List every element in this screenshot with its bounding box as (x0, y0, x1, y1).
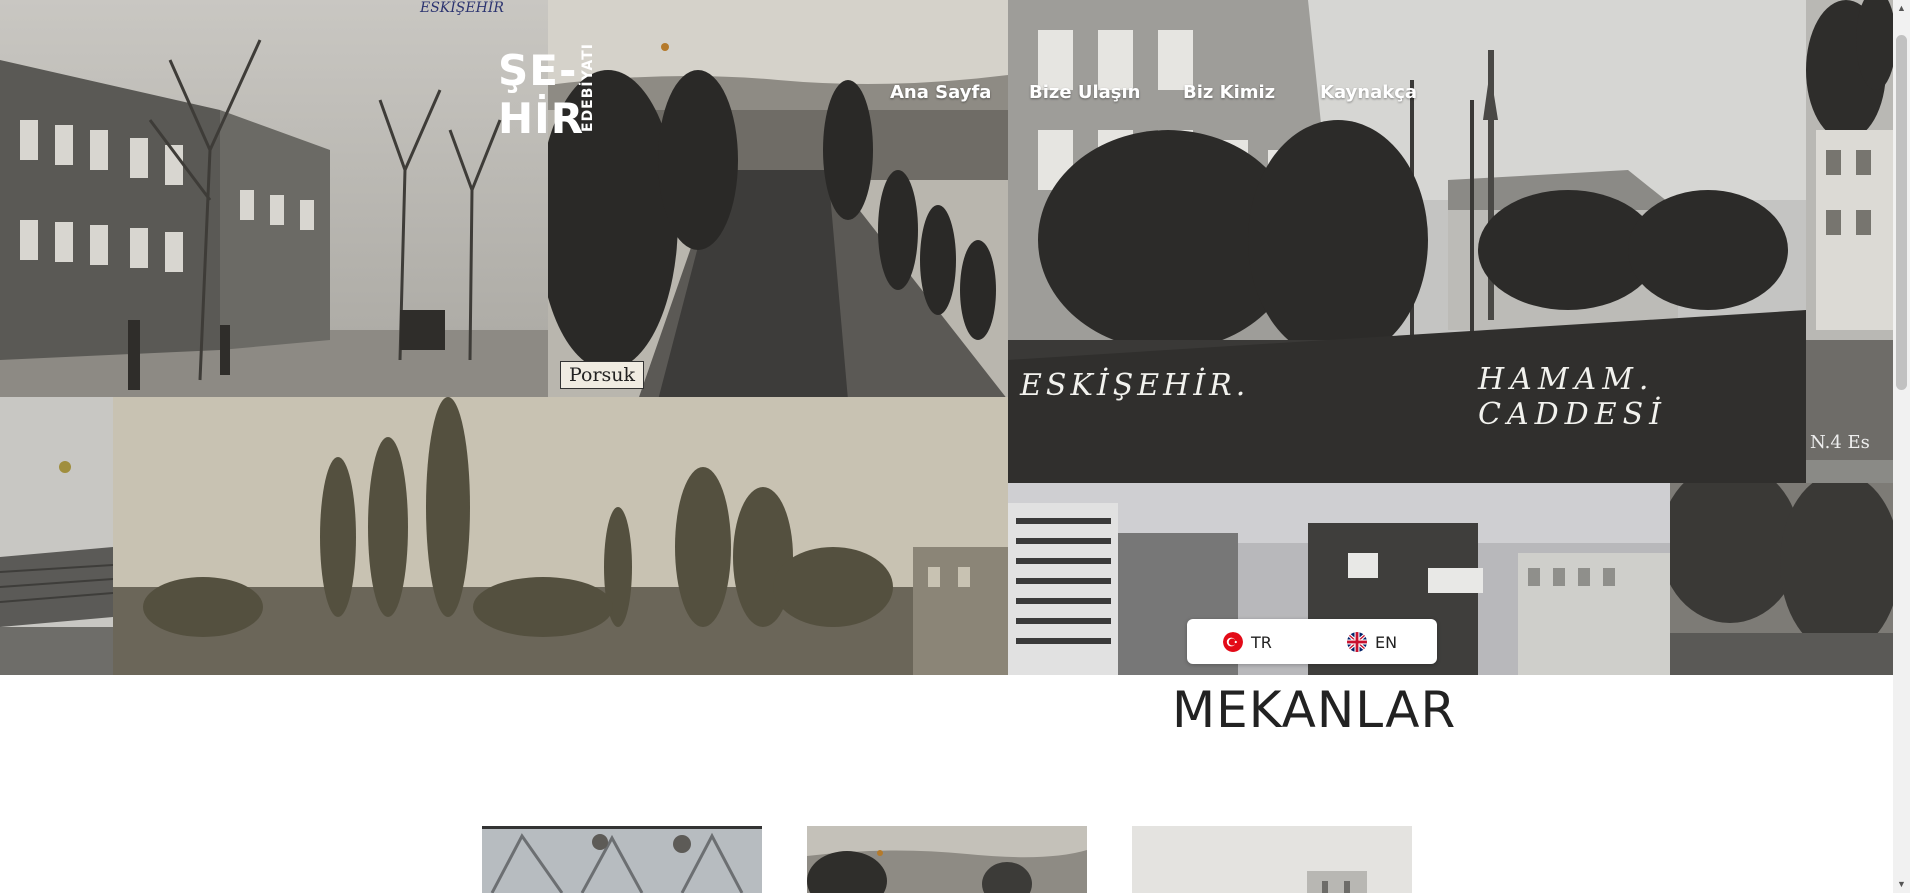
hero-photo-hamam-caddesi: ESKİŞEHİR. HAMAM. CADDESİ (1008, 0, 1806, 483)
page-scrollbar[interactable]: ▲ ▼ (1893, 0, 1910, 893)
edge-photo-caption: N.4 Es (1810, 432, 1870, 453)
eskisehir-caption: ESKİŞEHİR. (1020, 368, 1250, 403)
place-card-image (482, 826, 762, 893)
nav-link-references[interactable]: Kaynakça (1320, 82, 1417, 103)
uk-flag-icon (1347, 632, 1367, 652)
place-card-image (1132, 826, 1412, 893)
hero-photo-edge-houses: N.4 Es (1806, 0, 1893, 460)
nav-link-about[interactable]: Biz Kimiz (1183, 82, 1275, 103)
hero-photo-riverside-trees (1670, 483, 1893, 675)
place-card[interactable] (482, 826, 762, 893)
scrollbar-thumb[interactable] (1896, 35, 1907, 390)
logo-text-line1: ŞE- (498, 46, 578, 95)
hero-photo-porsuk-river: Porsuk (548, 0, 1008, 397)
scroll-up-arrow-icon[interactable]: ▲ (1893, 0, 1910, 17)
place-card[interactable] (1132, 826, 1412, 893)
nav-link-contact[interactable]: Bize Ulaşın (1029, 82, 1140, 103)
section-title-mekanlar: MEKANLAR (1172, 681, 1457, 739)
logo-subtitle: EDEBİYATI (580, 43, 596, 132)
hero-photo-rooftop (0, 397, 113, 675)
place-card[interactable] (807, 826, 1087, 893)
scroll-down-arrow-icon[interactable]: ▼ (1893, 876, 1910, 893)
language-label-en: EN (1375, 632, 1398, 652)
nav-link-home[interactable]: Ana Sayfa (890, 82, 991, 103)
logo-text-line2: HİR (498, 94, 585, 143)
hero-photo-poplar-landscape (113, 397, 1008, 675)
hero-photo-street-houses: ESKİŞEHİR (0, 0, 548, 397)
turkey-flag-icon (1223, 632, 1243, 652)
language-switcher: TR EN (1187, 619, 1437, 664)
hamam-caddesi-caption: HAMAM. CADDESİ (1478, 362, 1668, 432)
language-option-en[interactable]: EN (1347, 631, 1397, 653)
language-option-tr[interactable]: TR (1223, 631, 1272, 653)
language-label-tr: TR (1251, 632, 1272, 652)
place-card-image (807, 826, 1087, 893)
svg-text:ESKİŞEHİR: ESKİŞEHİR (419, 0, 504, 16)
porsuk-caption: Porsuk (560, 361, 645, 389)
site-logo[interactable]: ŞE- HİR EDEBİYATI (498, 43, 608, 146)
